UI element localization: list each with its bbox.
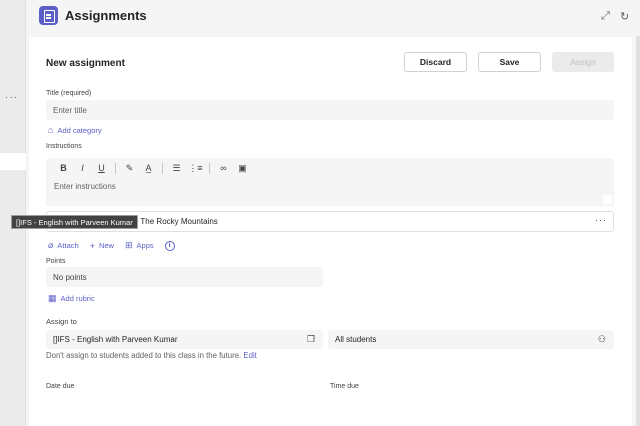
points-select[interactable]: No points: [46, 267, 323, 287]
assignment-form: New assignment Discard Save Assign Title…: [29, 37, 632, 426]
numbered-list-icon[interactable]: ⋮≡: [186, 163, 205, 174]
formatting-toolbar: B I U ✎ A̲ ☰ ⋮≡ ∞ ▣: [46, 158, 614, 178]
class-select[interactable]: []IFS - English with Parveen Kumar ❐: [46, 330, 323, 349]
refresh-icon[interactable]: ↻: [620, 10, 629, 23]
students-value: All students: [335, 335, 377, 344]
rail-selected-item[interactable]: [0, 153, 26, 170]
underline-icon[interactable]: U: [92, 163, 111, 173]
add-category-link[interactable]: ⌂ Add category: [48, 125, 102, 135]
toolbar-divider: [162, 162, 163, 174]
app-title: Assignments: [65, 8, 147, 23]
paperclip-icon: ⌀: [48, 240, 54, 250]
apps-label: Apps: [136, 241, 154, 250]
attach-toolbar: ⌀ Attach + New ⊞ Apps i: [48, 240, 175, 251]
instructions-placeholder: Enter instructions: [54, 182, 116, 191]
apps-button[interactable]: ⊞ Apps: [125, 240, 154, 251]
assign-button[interactable]: Assign: [552, 52, 614, 72]
scrollbar[interactable]: [636, 36, 640, 426]
resize-handle[interactable]: [603, 195, 612, 204]
expand-icon[interactable]: ⤢: [601, 10, 610, 23]
assign-hint: Don't assign to students added to this c…: [46, 351, 257, 360]
title-input[interactable]: Enter title: [46, 100, 614, 120]
new-button[interactable]: + New: [90, 241, 114, 251]
edit-link[interactable]: Edit: [243, 351, 256, 360]
grid-icon: ▦: [48, 293, 57, 303]
time-due-label: Time due: [330, 383, 359, 390]
info-icon[interactable]: i: [164, 240, 175, 251]
bold-icon[interactable]: B: [54, 163, 73, 173]
instructions-label: Instructions: [46, 143, 82, 150]
plus-icon: +: [89, 240, 95, 251]
page-title: New assignment: [46, 58, 125, 69]
person-settings-icon: ⚇: [597, 334, 606, 344]
tag-icon: ⌂: [48, 125, 54, 135]
add-rubric-label: Add rubric: [60, 294, 95, 303]
resource-more-icon[interactable]: ···: [595, 215, 607, 225]
image-icon[interactable]: ▣: [233, 163, 252, 174]
bullet-list-icon[interactable]: ☰: [167, 163, 186, 174]
font-color-icon[interactable]: A̲: [139, 163, 158, 173]
toolbar-divider: [209, 162, 210, 174]
students-select[interactable]: All students ⚇: [328, 330, 614, 349]
assign-hint-text: Don't assign to students added to this c…: [46, 351, 242, 360]
attach-label: Attach: [57, 241, 79, 250]
title-label: Title (required): [46, 90, 92, 97]
attach-button[interactable]: ⌀ Attach: [48, 240, 79, 251]
link-icon[interactable]: ∞: [214, 163, 233, 173]
italic-icon[interactable]: I: [73, 163, 92, 173]
more-options-icon[interactable]: ···: [5, 92, 18, 103]
highlight-icon[interactable]: ✎: [120, 163, 139, 174]
apps-icon: ⊞: [124, 240, 133, 250]
discard-button[interactable]: Discard: [404, 52, 467, 72]
toolbar-divider: [115, 162, 116, 174]
new-label: New: [98, 241, 114, 250]
add-rubric-link[interactable]: ▦ Add rubric: [48, 293, 95, 304]
points-label: Points: [46, 258, 66, 265]
assignments-app-icon: [39, 6, 58, 25]
assign-to-label: Assign to: [46, 317, 77, 326]
class-tooltip: []IFS - English with Parveen Kumar: [11, 215, 138, 229]
left-rail: ···: [0, 0, 26, 426]
date-due-label: Date due: [46, 383, 75, 390]
instructions-input[interactable]: Enter instructions: [46, 178, 614, 206]
save-button[interactable]: Save: [478, 52, 541, 72]
add-category-label: Add category: [57, 125, 102, 135]
app-header: Assignments ⤢ ↻: [26, 0, 640, 36]
class-name: []IFS - English with Parveen Kumar: [53, 335, 178, 344]
copy-icon: ❐: [306, 334, 315, 344]
